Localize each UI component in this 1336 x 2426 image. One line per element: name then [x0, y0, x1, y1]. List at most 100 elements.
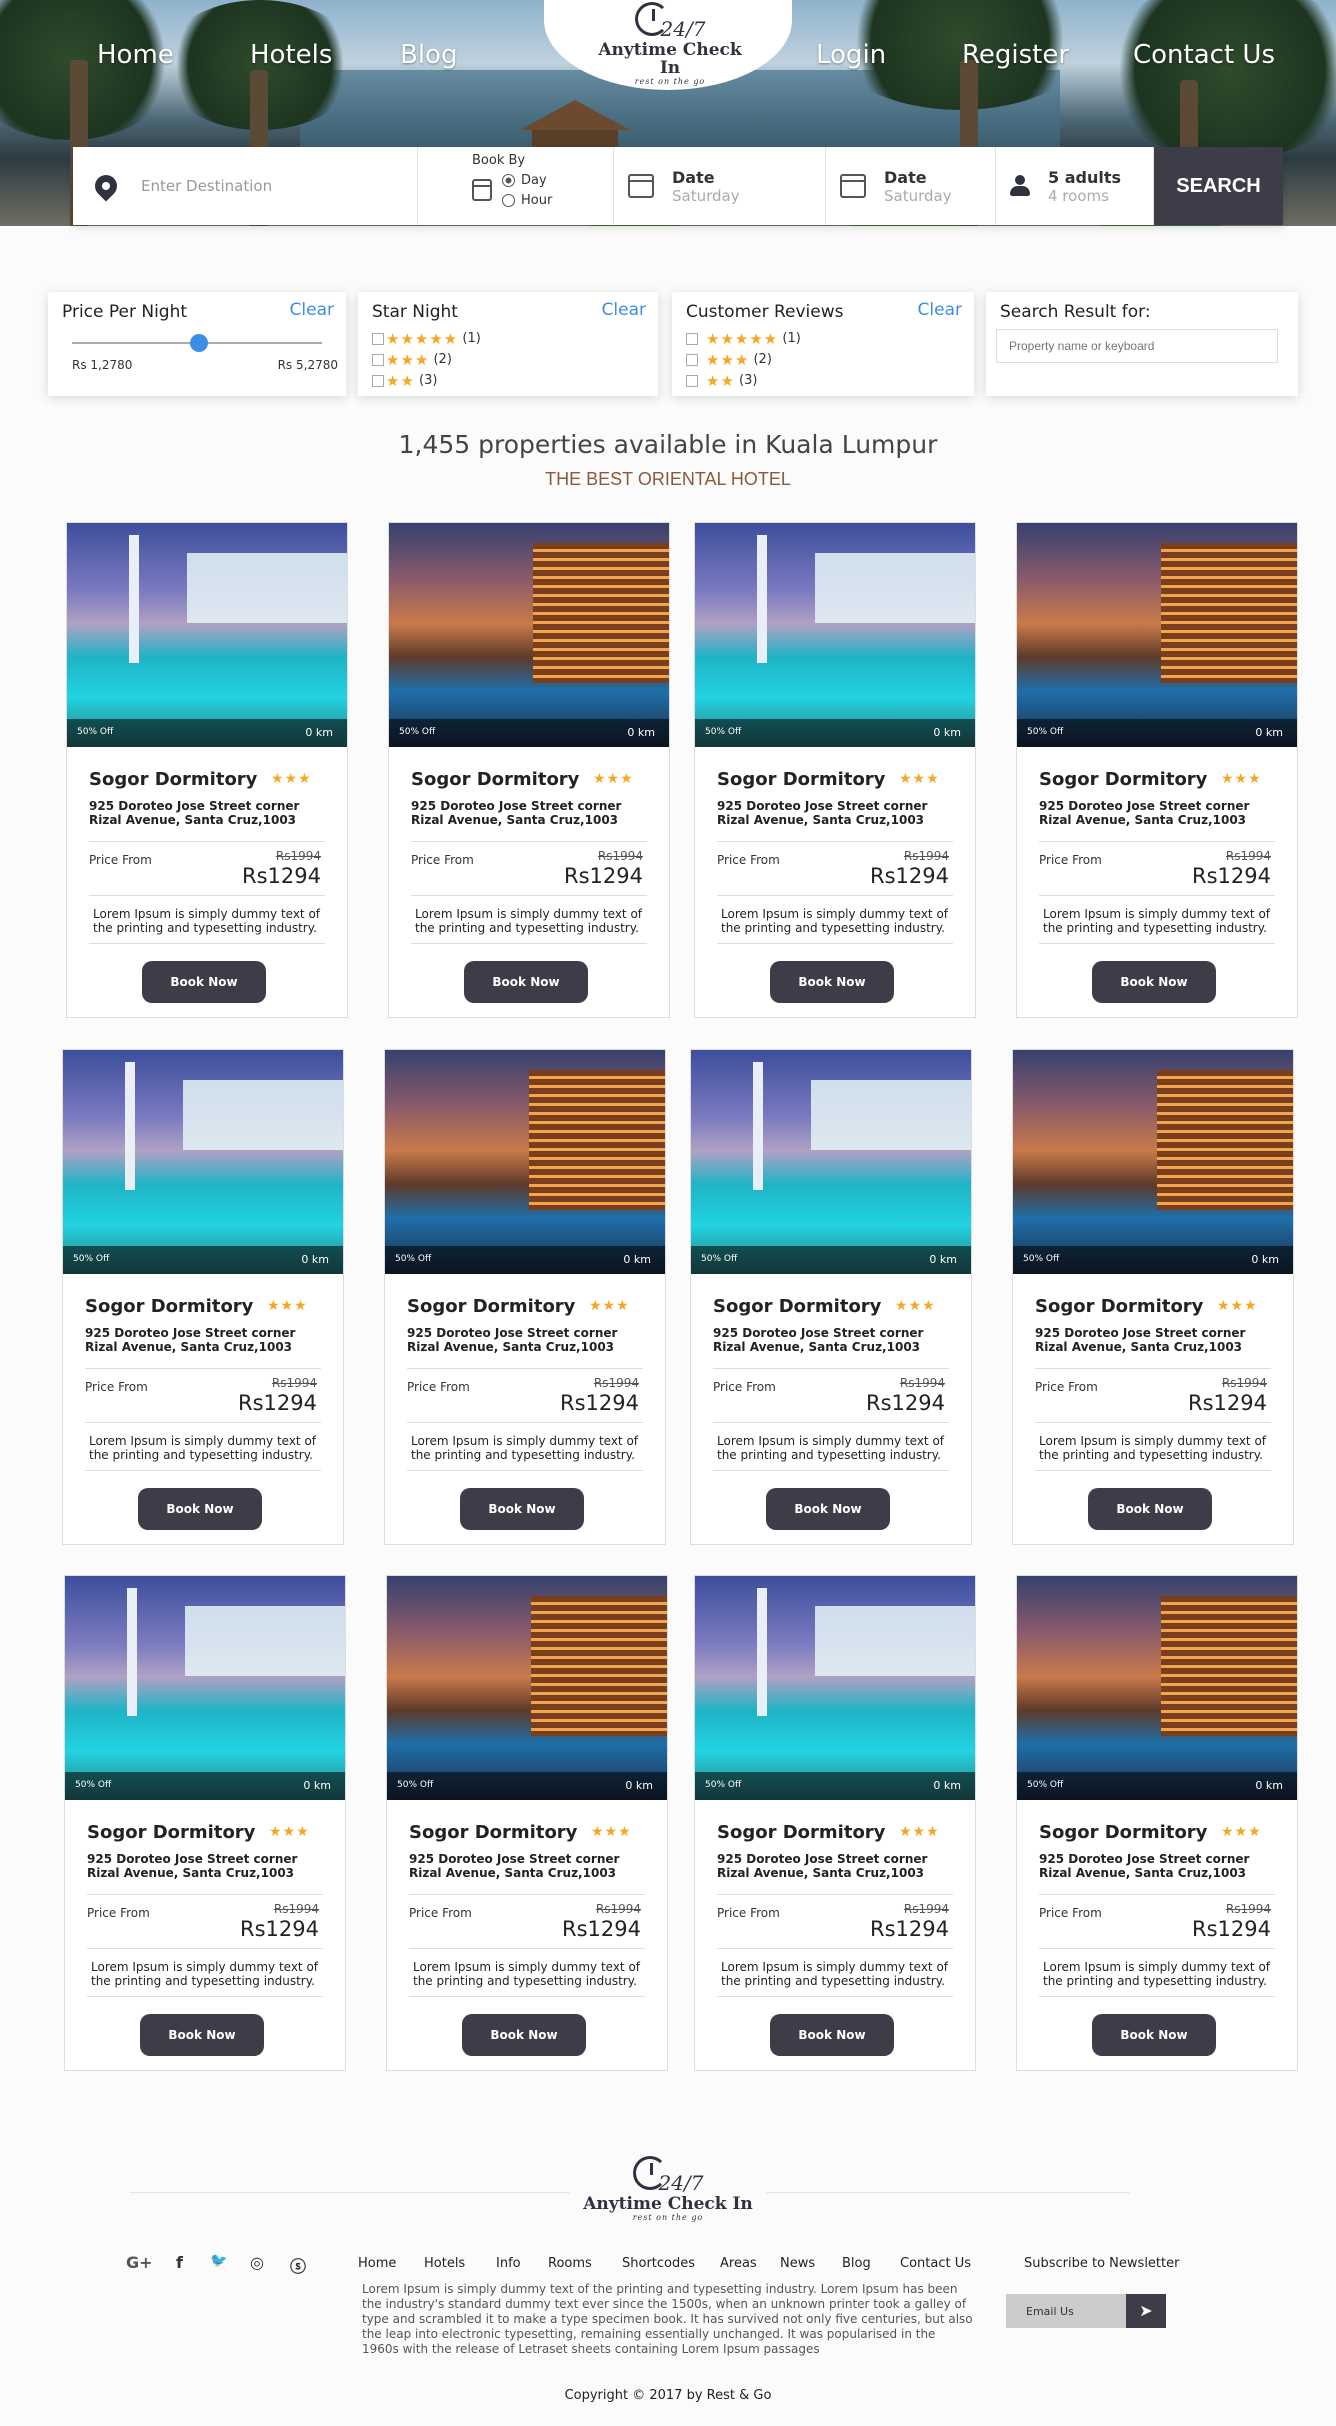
hotel-name[interactable]: Sogor Dormitory: [89, 769, 257, 790]
facebook-icon[interactable]: f: [176, 2253, 183, 2272]
guests-field[interactable]: 5 adults 4 rooms: [996, 147, 1154, 225]
discount-badge: 50% Off: [1027, 1780, 1064, 1790]
divider: [411, 841, 647, 842]
review-option-2[interactable]: ★★ (3): [686, 370, 960, 391]
checkin-date-field[interactable]: Date Saturday: [614, 147, 826, 225]
hotel-image[interactable]: 50% Off 0 km: [1017, 523, 1297, 747]
book-now-button[interactable]: Book Now: [1092, 961, 1216, 1003]
book-now-button[interactable]: Book Now: [142, 961, 266, 1003]
footer-nav-hotels[interactable]: Hotels: [424, 2256, 465, 2271]
hotel-image[interactable]: 50% Off 0 km: [1017, 1576, 1297, 1800]
hotel-name[interactable]: Sogor Dormitory: [85, 1296, 253, 1317]
current-price: Rs1294: [562, 1917, 641, 1941]
hotel-description: Lorem Ipsum is simply dummy text of the …: [411, 1434, 639, 1462]
destination-field[interactable]: Enter Destination: [73, 147, 418, 225]
hotel-card[interactable]: 50% Off 0 km Sogor Dormitory ★★★ 925 Doroteo…: [690, 1049, 972, 1545]
footer-nav-contact[interactable]: Contact Us: [900, 2256, 971, 2271]
star-clear-link[interactable]: Clear: [602, 300, 646, 320]
hotel-name[interactable]: Sogor Dormitory: [1039, 1822, 1207, 1843]
instagram-icon[interactable]: ◎: [250, 2253, 264, 2272]
hotel-image[interactable]: 50% Off 0 km: [65, 1576, 345, 1800]
hotel-card[interactable]: 50% Off 0 km Sogor Dormitory ★★★ 925 Doroteo…: [1012, 1049, 1294, 1545]
site-logo[interactable]: 24/7 Anytime Check In rest on the go: [590, 2, 750, 86]
book-now-button[interactable]: Book Now: [140, 2014, 264, 2056]
book-now-button[interactable]: Book Now: [138, 1488, 262, 1530]
hotel-name[interactable]: Sogor Dormitory: [407, 1296, 575, 1317]
nav-home[interactable]: Home: [97, 40, 174, 70]
footer-nav-news[interactable]: News: [780, 2256, 815, 2271]
footer-description: Lorem Ipsum is simply dummy text of the …: [362, 2282, 973, 2356]
price-slider[interactable]: [72, 334, 322, 352]
reviews-clear-link[interactable]: Clear: [918, 300, 962, 320]
hotel-image[interactable]: 50% Off 0 km: [691, 1050, 971, 1274]
review-option-3[interactable]: ★★★ (2): [686, 349, 960, 370]
hotel-name[interactable]: Sogor Dormitory: [717, 769, 885, 790]
hotel-name[interactable]: Sogor Dormitory: [1035, 1296, 1203, 1317]
nav-login[interactable]: Login: [816, 40, 886, 70]
hotel-card[interactable]: 50% Off 0 km Sogor Dormitory ★★★ 925 Doroteo…: [1016, 522, 1298, 1018]
book-by-hour-radio[interactable]: Hour: [502, 193, 552, 208]
current-price: Rs1294: [242, 864, 321, 888]
book-now-button[interactable]: Book Now: [464, 961, 588, 1003]
footer-nav-home[interactable]: Home: [358, 2256, 396, 2271]
property-search-input[interactable]: [996, 329, 1278, 363]
google-plus-icon[interactable]: G+: [126, 2253, 153, 2272]
hotel-name[interactable]: Sogor Dormitory: [409, 1822, 577, 1843]
checkout-date-field[interactable]: Date Saturday: [826, 147, 996, 225]
star-option-5[interactable]: ★★★★★ (1): [372, 328, 644, 349]
book-now-button[interactable]: Book Now: [766, 1488, 890, 1530]
nav-contact[interactable]: Contact Us: [1133, 40, 1275, 70]
hotel-name[interactable]: Sogor Dormitory: [713, 1296, 881, 1317]
calendar-icon: [628, 174, 654, 198]
hotel-card[interactable]: 50% Off 0 km Sogor Dormitory ★★★ 925 Doroteo…: [384, 1049, 666, 1545]
hotel-image[interactable]: 50% Off 0 km: [385, 1050, 665, 1274]
hotel-name[interactable]: Sogor Dormitory: [87, 1822, 255, 1843]
slider-handle[interactable]: [190, 334, 208, 352]
book-by-day-radio[interactable]: Day: [502, 173, 547, 188]
hotel-card[interactable]: 50% Off 0 km Sogor Dormitory ★★★ 925 Doroteo…: [62, 1049, 344, 1545]
footer-nav-rooms[interactable]: Rooms: [548, 2256, 592, 2271]
newsletter-email-input[interactable]: Email Us: [1006, 2294, 1126, 2328]
nav-hotels[interactable]: Hotels: [250, 40, 332, 70]
hotel-name[interactable]: Sogor Dormitory: [717, 1822, 885, 1843]
star-option-2[interactable]: ★★ (3): [372, 370, 644, 391]
book-now-button[interactable]: Book Now: [770, 2014, 894, 2056]
hotel-card[interactable]: 50% Off 0 km Sogor Dormitory ★★★ 925 Doroteo…: [64, 1575, 346, 2071]
hotel-card[interactable]: 50% Off 0 km Sogor Dormitory ★★★ 925 Doroteo…: [66, 522, 348, 1018]
footer-nav-blog[interactable]: Blog: [842, 2256, 871, 2271]
hotel-address: 925 Doroteo Jose Street corner Rizal Ave…: [87, 1852, 298, 1880]
search-button[interactable]: SEARCH: [1154, 147, 1283, 225]
hotel-name[interactable]: Sogor Dormitory: [411, 769, 579, 790]
hotel-image[interactable]: 50% Off 0 km: [387, 1576, 667, 1800]
star-option-3[interactable]: ★★★ (2): [372, 349, 644, 370]
nav-register[interactable]: Register: [962, 40, 1069, 70]
hotel-card[interactable]: 50% Off 0 km Sogor Dormitory ★★★ 925 Doroteo…: [388, 522, 670, 1018]
book-now-button[interactable]: Book Now: [770, 961, 894, 1003]
hotel-image[interactable]: 50% Off 0 km: [389, 523, 669, 747]
book-now-button[interactable]: Book Now: [462, 2014, 586, 2056]
hotel-card[interactable]: 50% Off 0 km Sogor Dormitory ★★★ 925 Doroteo…: [694, 1575, 976, 2071]
book-now-button[interactable]: Book Now: [1092, 2014, 1216, 2056]
hotel-image[interactable]: 50% Off 0 km: [695, 523, 975, 747]
book-now-button[interactable]: Book Now: [460, 1488, 584, 1530]
hotel-card[interactable]: 50% Off 0 km Sogor Dormitory ★★★ 925 Doroteo…: [386, 1575, 668, 2071]
hotel-image[interactable]: 50% Off 0 km: [63, 1050, 343, 1274]
book-now-button[interactable]: Book Now: [1088, 1488, 1212, 1530]
hotel-image[interactable]: 50% Off 0 km: [695, 1576, 975, 1800]
twitter-icon[interactable]: 🐦: [210, 2253, 227, 2269]
review-option-5[interactable]: ★★★★★ (1): [686, 328, 960, 349]
price-clear-link[interactable]: Clear: [290, 300, 334, 320]
hotel-name[interactable]: Sogor Dormitory: [1039, 769, 1207, 790]
footer-logo[interactable]: 24/7 Anytime Check In rest on the go: [570, 2156, 766, 2222]
image-overlay: 50% Off 0 km: [1017, 719, 1297, 747]
footer-nav-shortcodes[interactable]: Shortcodes: [622, 2256, 695, 2271]
nav-blog[interactable]: Blog: [400, 40, 457, 70]
hotel-image[interactable]: 50% Off 0 km: [1013, 1050, 1293, 1274]
skype-icon[interactable]: ⓢ: [290, 2253, 306, 2277]
hotel-image[interactable]: 50% Off 0 km: [67, 523, 347, 747]
footer-nav-areas[interactable]: Areas: [720, 2256, 757, 2271]
send-icon[interactable]: ➤: [1126, 2294, 1166, 2328]
footer-nav-info[interactable]: Info: [496, 2256, 521, 2271]
hotel-card[interactable]: 50% Off 0 km Sogor Dormitory ★★★ 925 Doroteo…: [694, 522, 976, 1018]
hotel-card[interactable]: 50% Off 0 km Sogor Dormitory ★★★ 925 Doroteo…: [1016, 1575, 1298, 2071]
